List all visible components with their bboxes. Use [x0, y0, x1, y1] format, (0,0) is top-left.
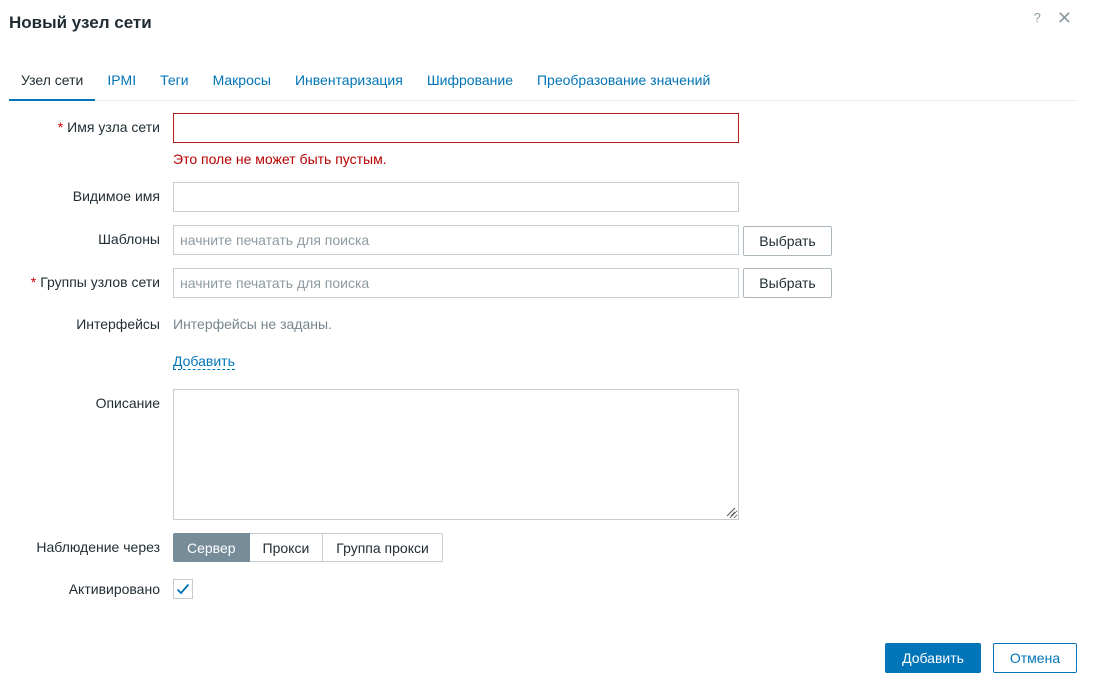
description-textarea[interactable]	[173, 389, 739, 520]
cancel-button[interactable]: Отмена	[993, 643, 1077, 673]
tab-encryption[interactable]: Шифрование	[415, 64, 525, 101]
checkmark-icon	[176, 583, 190, 595]
close-icon[interactable]: ✕	[1057, 8, 1072, 28]
host-name-label: * Имя узла сети	[57, 119, 160, 135]
host-groups-select-button[interactable]: Выбрать	[743, 268, 832, 298]
new-host-dialog: Новый узел сети ? ✕ Узел сети IPMI Теги …	[0, 0, 1094, 682]
tab-tags[interactable]: Теги	[148, 64, 200, 101]
header-controls: ? ✕	[1034, 8, 1072, 28]
tab-value-mapping[interactable]: Преобразование значений	[525, 64, 722, 101]
host-name-input[interactable]	[173, 113, 739, 143]
enabled-checkbox[interactable]	[173, 579, 193, 599]
interfaces-label: Интерфейсы	[76, 316, 160, 332]
monitored-by-label: Наблюдение через	[36, 539, 160, 555]
monitored-by-proxy[interactable]: Прокси	[249, 533, 324, 562]
monitored-by-proxy-group[interactable]: Группа прокси	[323, 533, 443, 562]
interfaces-empty-text: Интерфейсы не заданы.	[173, 316, 332, 332]
tab-ipmi[interactable]: IPMI	[95, 64, 148, 101]
monitored-by-segmented: Сервер Прокси Группа прокси	[173, 533, 443, 562]
monitored-by-server[interactable]: Сервер	[173, 533, 250, 562]
description-label: Описание	[95, 395, 160, 411]
enabled-label: Активировано	[68, 581, 160, 597]
host-groups-search-input[interactable]	[173, 268, 739, 298]
tab-bar: Узел сети IPMI Теги Макросы Инвентаризац…	[9, 64, 1077, 101]
host-name-error: Это поле не может быть пустым.	[173, 151, 387, 167]
add-interface-link[interactable]: Добавить	[173, 353, 235, 370]
visible-name-input[interactable]	[173, 182, 739, 212]
help-icon[interactable]: ?	[1034, 8, 1041, 28]
required-marker: *	[30, 274, 37, 290]
required-marker: *	[57, 119, 64, 135]
visible-name-label: Видимое имя	[72, 188, 160, 204]
dialog-title: Новый узел сети	[9, 13, 152, 32]
templates-select-button[interactable]: Выбрать	[743, 226, 832, 256]
tab-inventory[interactable]: Инвентаризация	[283, 64, 415, 101]
resize-handle-icon[interactable]	[726, 507, 736, 517]
templates-search-input[interactable]	[173, 225, 739, 255]
tab-macros[interactable]: Макросы	[201, 64, 283, 101]
templates-label: Шаблоны	[98, 231, 160, 247]
tab-host[interactable]: Узел сети	[9, 64, 96, 101]
host-groups-label: * Группы узлов сети	[30, 274, 160, 290]
add-button[interactable]: Добавить	[885, 643, 981, 673]
